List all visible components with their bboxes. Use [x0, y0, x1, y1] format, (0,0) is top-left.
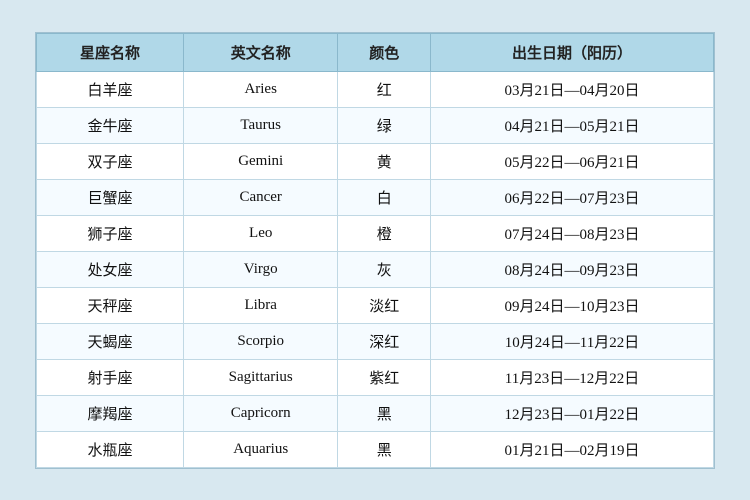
table-cell-7-3: 10月24日—11月22日 [430, 323, 713, 359]
table-cell-0-2: 红 [338, 71, 431, 107]
column-header-2: 颜色 [338, 33, 431, 71]
zodiac-table: 星座名称英文名称颜色出生日期（阳历） 白羊座Aries红03月21日—04月20… [36, 33, 714, 468]
table-cell-9-2: 黑 [338, 395, 431, 431]
table-row: 处女座Virgo灰08月24日—09月23日 [37, 251, 714, 287]
table-cell-2-3: 05月22日—06月21日 [430, 143, 713, 179]
table-row: 天秤座Libra淡红09月24日—10月23日 [37, 287, 714, 323]
table-cell-0-1: Aries [183, 71, 337, 107]
table-cell-3-1: Cancer [183, 179, 337, 215]
table-row: 水瓶座Aquarius黑01月21日—02月19日 [37, 431, 714, 467]
table-cell-10-1: Aquarius [183, 431, 337, 467]
table-cell-10-2: 黑 [338, 431, 431, 467]
table-cell-6-3: 09月24日—10月23日 [430, 287, 713, 323]
column-header-1: 英文名称 [183, 33, 337, 71]
table-cell-3-2: 白 [338, 179, 431, 215]
table-row: 摩羯座Capricorn黑12月23日—01月22日 [37, 395, 714, 431]
table-cell-5-1: Virgo [183, 251, 337, 287]
table-row: 白羊座Aries红03月21日—04月20日 [37, 71, 714, 107]
table-cell-6-0: 天秤座 [37, 287, 184, 323]
table-cell-9-1: Capricorn [183, 395, 337, 431]
table-cell-9-3: 12月23日—01月22日 [430, 395, 713, 431]
table-cell-6-2: 淡红 [338, 287, 431, 323]
table-cell-5-2: 灰 [338, 251, 431, 287]
column-header-0: 星座名称 [37, 33, 184, 71]
table-cell-5-0: 处女座 [37, 251, 184, 287]
table-cell-0-0: 白羊座 [37, 71, 184, 107]
table-cell-9-0: 摩羯座 [37, 395, 184, 431]
table-cell-7-2: 深红 [338, 323, 431, 359]
table-cell-8-0: 射手座 [37, 359, 184, 395]
table-cell-2-1: Gemini [183, 143, 337, 179]
zodiac-table-container: 星座名称英文名称颜色出生日期（阳历） 白羊座Aries红03月21日—04月20… [35, 32, 715, 469]
column-header-3: 出生日期（阳历） [430, 33, 713, 71]
table-row: 天蝎座Scorpio深红10月24日—11月22日 [37, 323, 714, 359]
table-body: 白羊座Aries红03月21日—04月20日金牛座Taurus绿04月21日—0… [37, 71, 714, 467]
table-cell-4-3: 07月24日—08月23日 [430, 215, 713, 251]
table-cell-4-2: 橙 [338, 215, 431, 251]
table-row: 巨蟹座Cancer白06月22日—07月23日 [37, 179, 714, 215]
table-header-row: 星座名称英文名称颜色出生日期（阳历） [37, 33, 714, 71]
table-row: 射手座Sagittarius紫红11月23日—12月22日 [37, 359, 714, 395]
table-cell-8-2: 紫红 [338, 359, 431, 395]
table-cell-1-2: 绿 [338, 107, 431, 143]
table-cell-8-3: 11月23日—12月22日 [430, 359, 713, 395]
table-cell-7-1: Scorpio [183, 323, 337, 359]
table-row: 金牛座Taurus绿04月21日—05月21日 [37, 107, 714, 143]
table-cell-2-0: 双子座 [37, 143, 184, 179]
table-cell-6-1: Libra [183, 287, 337, 323]
table-cell-1-1: Taurus [183, 107, 337, 143]
table-cell-7-0: 天蝎座 [37, 323, 184, 359]
table-cell-10-0: 水瓶座 [37, 431, 184, 467]
table-row: 双子座Gemini黄05月22日—06月21日 [37, 143, 714, 179]
table-cell-0-3: 03月21日—04月20日 [430, 71, 713, 107]
table-cell-3-0: 巨蟹座 [37, 179, 184, 215]
table-cell-1-0: 金牛座 [37, 107, 184, 143]
table-cell-2-2: 黄 [338, 143, 431, 179]
table-cell-3-3: 06月22日—07月23日 [430, 179, 713, 215]
table-cell-5-3: 08月24日—09月23日 [430, 251, 713, 287]
table-cell-1-3: 04月21日—05月21日 [430, 107, 713, 143]
table-cell-4-1: Leo [183, 215, 337, 251]
table-cell-8-1: Sagittarius [183, 359, 337, 395]
table-cell-10-3: 01月21日—02月19日 [430, 431, 713, 467]
table-row: 狮子座Leo橙07月24日—08月23日 [37, 215, 714, 251]
table-cell-4-0: 狮子座 [37, 215, 184, 251]
